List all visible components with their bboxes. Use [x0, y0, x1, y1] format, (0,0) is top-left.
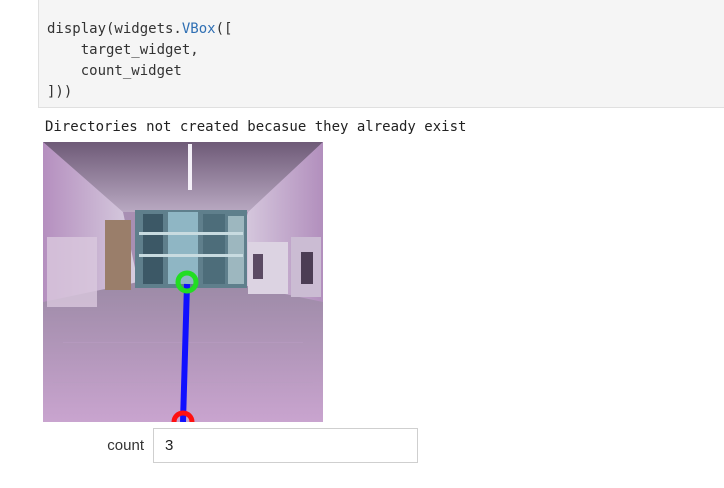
code-token-vbox: VBox: [181, 21, 216, 37]
notebook-page: display(widgets.VBox([ target_widget, co…: [0, 0, 724, 488]
count-label: count: [107, 437, 144, 454]
code-token-open-bracket: ([: [215, 21, 233, 37]
code-token-display: display(widgets.: [47, 21, 182, 37]
code-line-3: count_widget: [47, 63, 182, 79]
count-input[interactable]: [153, 428, 418, 463]
code-line-1: display(widgets.VBox([: [47, 20, 232, 38]
code-input-cell[interactable]: display(widgets.VBox([ target_widget, co…: [38, 0, 724, 108]
camera-image-icon: [43, 142, 323, 422]
output-stdout: Directories not created becasue they alr…: [45, 119, 467, 135]
code-line-4: ])): [47, 84, 73, 100]
code-line-2: target_widget,: [47, 42, 199, 58]
target-image-widget: [43, 142, 323, 422]
